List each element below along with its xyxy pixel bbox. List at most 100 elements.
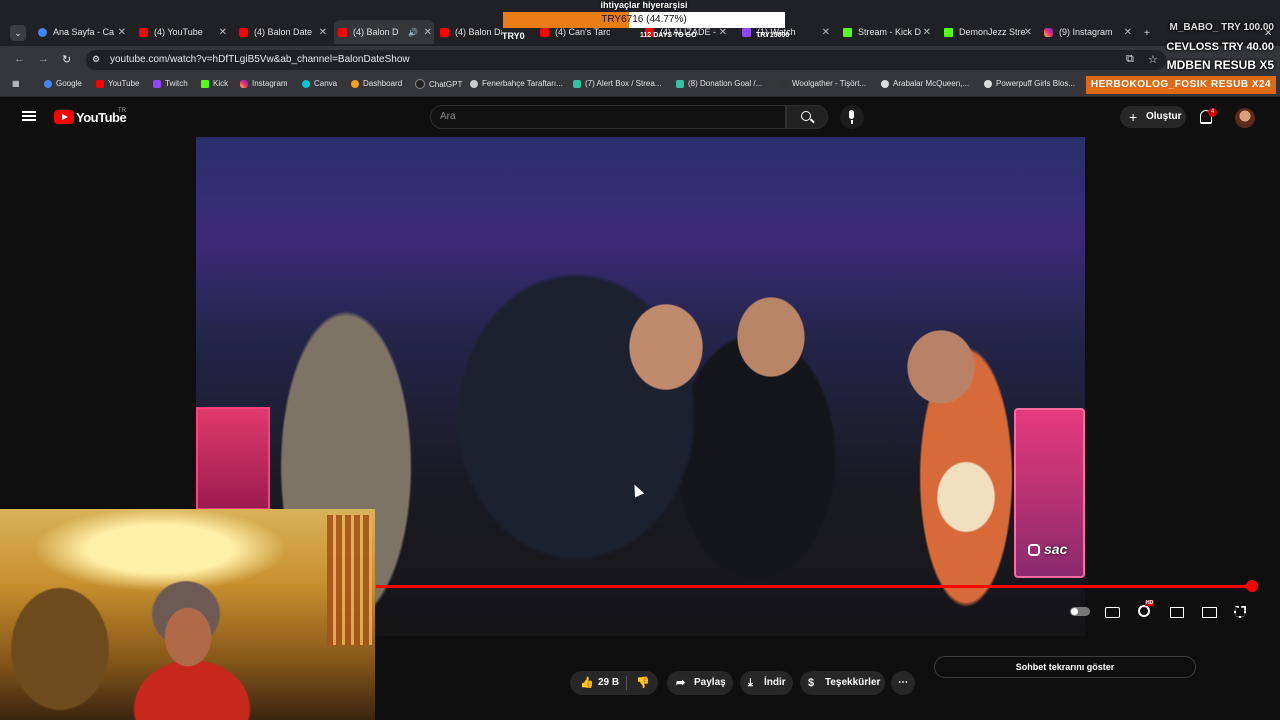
bookmark-chatgpt[interactable]: ChatGPT xyxy=(415,79,462,89)
back-button[interactable]: ← xyxy=(14,53,25,65)
bookmark-kick[interactable]: Kick xyxy=(201,79,228,88)
video-progress-bar[interactable] xyxy=(376,585,1252,588)
close-icon[interactable]: ✕ xyxy=(1124,27,1132,38)
bookmark-powerpuff[interactable]: Powerpuff Girls Blos... xyxy=(984,79,1075,88)
tab-ana-sayfa[interactable]: Ana Sayfa - Ca ✕ xyxy=(38,22,128,42)
site-icon xyxy=(881,79,889,88)
webcam-overlay xyxy=(0,509,375,720)
tab-balon-date-active[interactable]: (4) Balon D 🔊 ✕ xyxy=(334,20,434,44)
close-icon[interactable]: ✕ xyxy=(319,27,327,38)
youtube-icon xyxy=(139,27,148,37)
tab-youtube[interactable]: (4) YouTube ✕ xyxy=(139,22,229,42)
autoplay-toggle[interactable] xyxy=(1070,607,1090,616)
bookmark-donation-goal[interactable]: (8) Donation Goal /... xyxy=(676,79,762,88)
ticker-line-1: M_BABO_ TRY 100.00 xyxy=(1169,22,1275,33)
show-chat-replay-button[interactable]: Sohbet tekrarını göster xyxy=(934,656,1196,678)
thumbs-down-icon[interactable]: 👎 xyxy=(636,671,650,695)
donation-goal-text: TRY6716 (44.77%) xyxy=(601,14,687,25)
tab-instagram[interactable]: (9) Instagram ✕ xyxy=(1044,22,1134,42)
close-icon[interactable]: ✕ xyxy=(923,27,931,38)
subtitles-icon[interactable] xyxy=(1105,607,1120,618)
tab-balon-date-1[interactable]: (4) Balon Date ✕ xyxy=(239,22,329,42)
bookmark-twitch[interactable]: Twitch xyxy=(153,79,188,88)
kick-icon xyxy=(944,27,953,37)
kick-icon xyxy=(201,79,209,88)
thumbs-up-icon[interactable]: 👍 xyxy=(580,671,594,695)
bookmark-alert-box[interactable]: (7) Alert Box / Strea... xyxy=(573,79,661,88)
streamlabs-icon xyxy=(676,79,684,88)
google-icon xyxy=(44,79,52,88)
thanks-button[interactable]: $ Teşekkürler xyxy=(800,671,885,695)
site-icon xyxy=(470,79,478,88)
url-text: youtube.com/watch?v=hDfTLgiB5Vw&ab_chann… xyxy=(110,54,410,65)
bookmark-arabalar[interactable]: Arabalar McQueen,... xyxy=(881,79,969,88)
google-icon xyxy=(38,27,47,37)
close-icon[interactable]: ✕ xyxy=(424,27,432,38)
bookmark-instagram[interactable]: Instagram xyxy=(240,79,288,88)
hd-badge: HD xyxy=(1145,600,1155,606)
kick-icon xyxy=(843,27,852,37)
bookmark-woolgather[interactable]: Woolgather - Tişört... xyxy=(780,79,866,88)
ticker-line-2: CEVLOSS TRY 40.00 xyxy=(1166,41,1274,53)
tab-kick-stream[interactable]: Stream - Kick D ✕ xyxy=(843,22,933,42)
twitch-icon xyxy=(742,27,751,37)
tab-balon-date-2[interactable]: (4) Balon Date xyxy=(440,22,502,42)
video-instagram-caption: sac xyxy=(1028,541,1067,557)
canva-icon xyxy=(302,79,310,88)
share-button[interactable]: ➦ Paylaş xyxy=(667,671,733,695)
instagram-icon xyxy=(1028,544,1040,556)
fullscreen-icon[interactable] xyxy=(1234,606,1246,618)
bookmark-star-icon[interactable]: ☆ xyxy=(1148,53,1158,66)
bookmark-google[interactable]: Google xyxy=(44,79,82,88)
instagram-icon xyxy=(1044,27,1053,37)
bookmark-canva[interactable]: Canva xyxy=(302,79,337,88)
youtube-icon xyxy=(540,27,549,37)
download-icon: ⤓ xyxy=(748,677,753,689)
share-icon: ➦ xyxy=(676,677,686,689)
install-icon[interactable]: ⧉ xyxy=(1126,53,1134,66)
goal-title: ihtiyaçlar hiyerarşisi xyxy=(600,0,688,10)
bookmark-fenerbahce[interactable]: Fenerbahçe Taraftarı... xyxy=(470,79,563,88)
search-icon xyxy=(801,111,811,121)
divider xyxy=(626,676,627,690)
new-tab-button[interactable]: + xyxy=(1144,28,1150,39)
microphone-icon[interactable] xyxy=(840,105,864,129)
menu-icon[interactable] xyxy=(22,111,36,121)
site-info-icon[interactable]: ⚙ xyxy=(92,54,100,65)
speaker-icon[interactable]: 🔊 xyxy=(408,28,418,37)
goal-end-label: TRY15000 xyxy=(756,32,790,39)
like-dislike-group[interactable]: 👍 29 B 👎 xyxy=(570,671,658,695)
tab-search-dropdown[interactable]: ⌄ xyxy=(10,25,26,41)
forward-button[interactable]: → xyxy=(38,53,49,65)
miniplayer-icon[interactable] xyxy=(1170,607,1184,618)
dashboard-icon xyxy=(351,79,359,88)
tab-demonjezz[interactable]: DemonJezz Stre ✕ xyxy=(944,22,1034,42)
progress-scrubber-handle[interactable] xyxy=(1246,580,1258,592)
close-icon[interactable]: ✕ xyxy=(219,27,227,38)
search-input[interactable] xyxy=(430,105,786,129)
youtube-icon xyxy=(338,27,347,37)
region-code: TR xyxy=(118,108,126,114)
youtube-logo-icon[interactable] xyxy=(54,110,74,124)
create-button[interactable]: + Oluştur xyxy=(1120,106,1186,128)
more-actions-button[interactable]: ⋯ xyxy=(891,671,915,695)
reload-button[interactable]: ↻ xyxy=(62,53,71,66)
streamlabs-icon xyxy=(573,79,581,88)
like-count: 29 B xyxy=(598,677,620,688)
avatar[interactable] xyxy=(1235,108,1255,128)
settings-gear-icon[interactable] xyxy=(1138,605,1150,617)
goal-days-to-go: 112 DAYS TO GO xyxy=(640,32,697,39)
close-icon[interactable]: ✕ xyxy=(822,27,830,38)
close-icon[interactable]: ✕ xyxy=(1024,27,1032,38)
download-button[interactable]: ⤓ İndir xyxy=(740,671,793,695)
close-icon[interactable]: ✕ xyxy=(118,27,126,38)
webcam-background-decor xyxy=(327,515,372,645)
theater-mode-icon[interactable] xyxy=(1202,607,1217,618)
apps-grid-icon[interactable]: ▦ xyxy=(12,79,20,88)
goal-start-label: TRY0 xyxy=(502,31,525,41)
close-icon[interactable]: ✕ xyxy=(719,27,727,38)
youtube-icon xyxy=(96,79,104,88)
bookmark-dashboard[interactable]: Dashboard xyxy=(351,79,402,88)
bookmark-youtube[interactable]: YouTube xyxy=(96,79,139,88)
thanks-icon: $ xyxy=(808,677,815,689)
